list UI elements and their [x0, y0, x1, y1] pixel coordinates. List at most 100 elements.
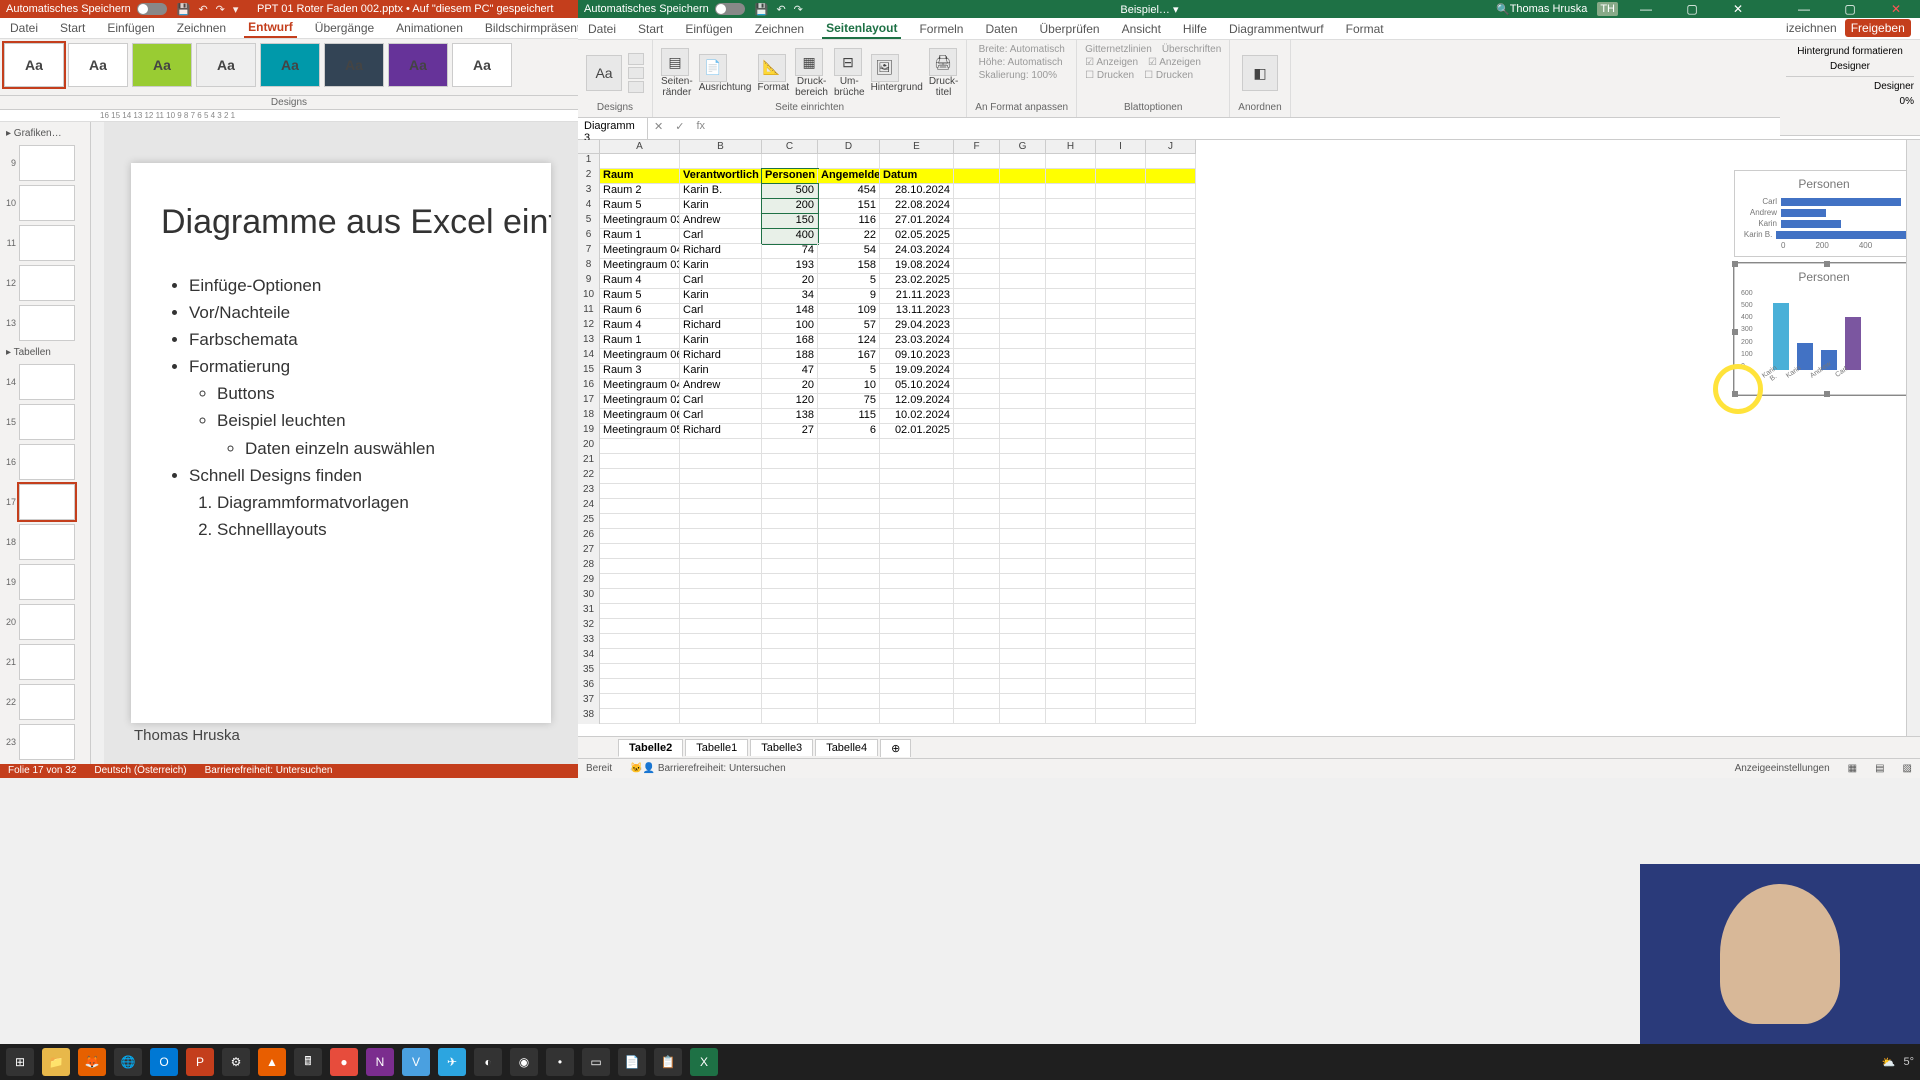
formula-bar[interactable]: [711, 118, 1920, 139]
print-titles-icon[interactable]: 🖨: [929, 48, 957, 76]
sheet-tab[interactable]: Tabelle3: [750, 739, 813, 756]
slide-thumbnail[interactable]: 22: [2, 684, 88, 720]
search-icon[interactable]: 🔍: [1496, 3, 1510, 16]
page-layout-view-icon[interactable]: ▤: [1875, 763, 1884, 774]
sheet-tab[interactable]: Tabelle4: [815, 739, 878, 756]
tab-datei[interactable]: Datei: [6, 19, 42, 37]
app-icon[interactable]: 📋: [654, 1048, 682, 1076]
slide-thumbnail[interactable]: 13: [2, 305, 88, 341]
column-header[interactable]: J: [1146, 140, 1196, 153]
design-theme[interactable]: Aa: [324, 43, 384, 87]
design-theme[interactable]: Aa: [68, 43, 128, 87]
sheet-tab[interactable]: Tabelle1: [685, 739, 748, 756]
background-ribbon-tabs[interactable]: izeichnenFreigeben: [1780, 18, 1920, 38]
app-icon[interactable]: ⚙: [222, 1048, 250, 1076]
page-break-view-icon[interactable]: ▧: [1903, 763, 1912, 774]
temperature[interactable]: 5°: [1903, 1056, 1914, 1068]
maximize-button[interactable]: ▢: [1832, 2, 1868, 16]
app-icon[interactable]: V: [402, 1048, 430, 1076]
print-area-icon[interactable]: ▦: [795, 48, 823, 76]
explorer-icon[interactable]: 📁: [42, 1048, 70, 1076]
size-icon[interactable]: 📐: [758, 54, 786, 82]
themes-icon[interactable]: Aa: [586, 55, 622, 91]
design-theme[interactable]: Aa: [196, 43, 256, 87]
design-theme[interactable]: Aa: [4, 43, 64, 87]
excel-icon[interactable]: X: [690, 1048, 718, 1076]
design-theme[interactable]: Aa: [132, 43, 192, 87]
breaks-icon[interactable]: ⊟: [834, 48, 862, 76]
slide-title[interactable]: Diagramme aus Excel einfü: [161, 203, 521, 242]
slide-thumbnail[interactable]: 11: [2, 225, 88, 261]
user-name[interactable]: Thomas Hruska: [1510, 3, 1588, 15]
undo-icon[interactable]: ↶: [776, 3, 785, 16]
redo-icon[interactable]: ↷: [794, 3, 803, 16]
column-header[interactable]: C: [762, 140, 818, 153]
telegram-icon[interactable]: ✈: [438, 1048, 466, 1076]
document-title[interactable]: Beispiel…: [1120, 4, 1170, 16]
tab-formeln[interactable]: Formeln: [915, 20, 967, 38]
column-header[interactable]: H: [1046, 140, 1096, 153]
tab-start[interactable]: Start: [634, 20, 667, 38]
design-theme[interactable]: Aa: [388, 43, 448, 87]
tab-daten[interactable]: Daten: [981, 20, 1021, 38]
chrome-icon[interactable]: 🌐: [114, 1048, 142, 1076]
slide-thumbnail[interactable]: 23: [2, 724, 88, 760]
user-badge[interactable]: TH: [1597, 2, 1618, 16]
onenote-icon[interactable]: N: [366, 1048, 394, 1076]
close-button[interactable]: ✕: [1878, 2, 1914, 16]
slide-thumbnail[interactable]: 12: [2, 265, 88, 301]
tab-datei[interactable]: Datei: [584, 20, 620, 38]
column-header[interactable]: I: [1096, 140, 1146, 153]
effects-icon[interactable]: [628, 81, 644, 93]
margins-icon[interactable]: ▤: [661, 48, 689, 76]
app-icon[interactable]: •: [546, 1048, 574, 1076]
sheet-tab[interactable]: Tabelle2: [618, 739, 683, 757]
tab-einfügen[interactable]: Einfügen: [103, 19, 158, 37]
close-button[interactable]: ✕: [1720, 2, 1756, 16]
autosave-toggle[interactable]: [715, 3, 745, 15]
tab-start[interactable]: Start: [56, 19, 89, 37]
tab-einfügen[interactable]: Einfügen: [681, 20, 736, 38]
background-icon[interactable]: 🖼: [871, 54, 899, 82]
tab-zeichnen[interactable]: Zeichnen: [751, 20, 808, 38]
powerpoint-icon[interactable]: P: [186, 1048, 214, 1076]
name-box[interactable]: Diagramm 3: [578, 118, 648, 139]
minimize-button[interactable]: —: [1786, 2, 1822, 16]
tab-entwurf[interactable]: Entwurf: [244, 18, 297, 38]
normal-view-icon[interactable]: ▦: [1848, 763, 1857, 774]
tab-übergänge[interactable]: Übergänge: [311, 19, 378, 37]
vlc-icon[interactable]: ▲: [258, 1048, 286, 1076]
tab-ansicht[interactable]: Ansicht: [1118, 20, 1165, 38]
tab-hilfe[interactable]: Hilfe: [1179, 20, 1211, 38]
tab-überprüfen[interactable]: Überprüfen: [1036, 20, 1104, 38]
enter-icon[interactable]: ✓: [669, 118, 690, 139]
slide-thumbnail[interactable]: 9: [2, 145, 88, 181]
tab-diagrammentwurf[interactable]: Diagrammentwurf: [1225, 20, 1328, 38]
obs-icon[interactable]: ◉: [510, 1048, 538, 1076]
tab-zeichnen[interactable]: Zeichnen: [173, 19, 230, 37]
undo-icon[interactable]: ↶: [198, 3, 207, 16]
colors-icon[interactable]: [628, 53, 644, 65]
thumbnail-scrollbar[interactable]: [90, 122, 104, 764]
slide-thumbnail[interactable]: 10: [2, 185, 88, 221]
arrange-icon[interactable]: ◧: [1242, 55, 1278, 91]
tab-seitenlayout[interactable]: Seitenlayout: [822, 19, 901, 39]
firefox-icon[interactable]: 🦊: [78, 1048, 106, 1076]
tab-format[interactable]: Format: [1342, 20, 1388, 38]
grid-vertical-scrollbar[interactable]: [1906, 140, 1920, 736]
add-sheet-button[interactable]: ⊕: [880, 739, 911, 757]
column-header[interactable]: A: [600, 140, 680, 153]
column-header[interactable]: E: [880, 140, 954, 153]
slide-thumbnail[interactable]: 15: [2, 404, 88, 440]
slide-thumbnail[interactable]: 21: [2, 644, 88, 680]
weather-icon[interactable]: ⛅: [1882, 1056, 1896, 1069]
spreadsheet-grid[interactable]: ABCDEFGHIJ12RaumVerantwortlichPersonenAn…: [578, 140, 1196, 736]
slide-thumbnail-pane[interactable]: ▸ Grafiken…910111213▸ Tabellen1415161718…: [0, 122, 90, 764]
column-header[interactable]: G: [1000, 140, 1046, 153]
app-icon[interactable]: ●: [330, 1048, 358, 1076]
slide-thumbnail[interactable]: 16: [2, 444, 88, 480]
slide-canvas[interactable]: Diagramme aus Excel einfü Einfüge-Option…: [131, 163, 551, 723]
design-theme[interactable]: Aa: [260, 43, 320, 87]
slide-thumbnail[interactable]: 14: [2, 364, 88, 400]
app-icon[interactable]: 📄: [618, 1048, 646, 1076]
